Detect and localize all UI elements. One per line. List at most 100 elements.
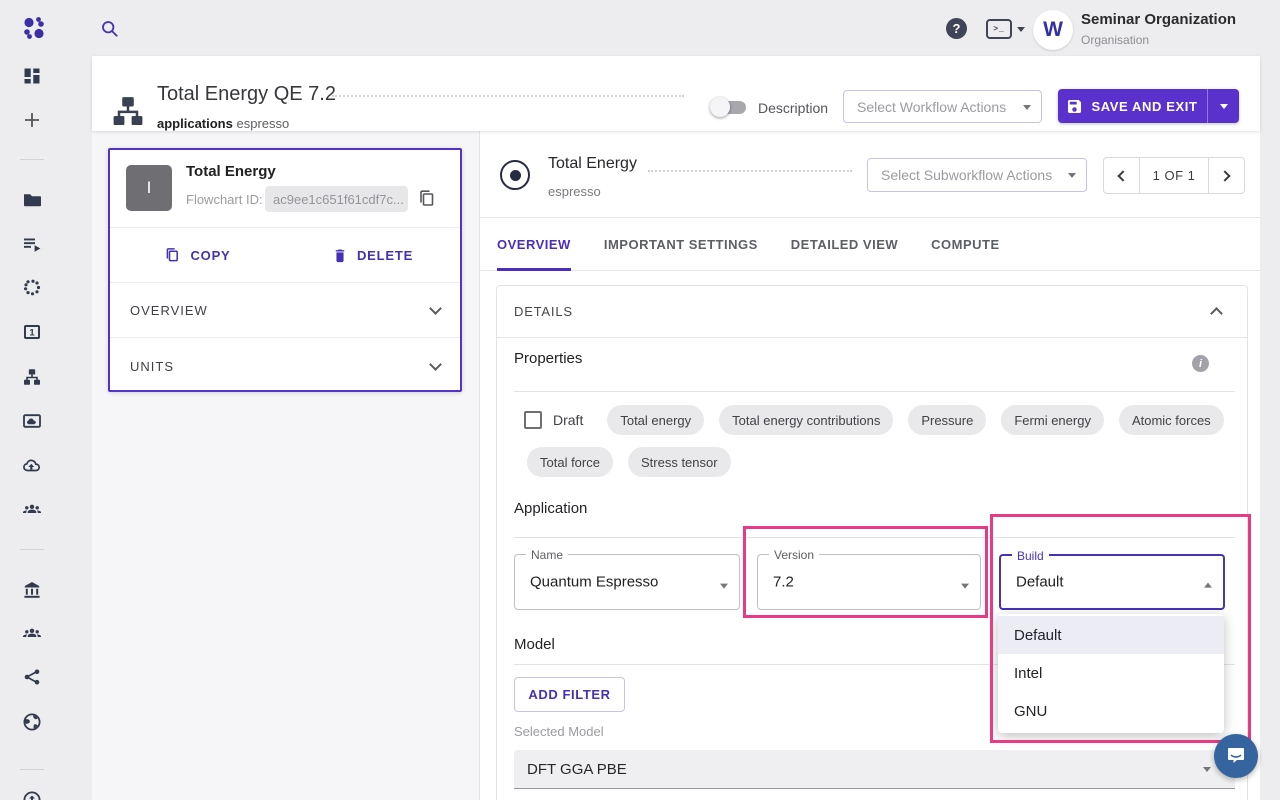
build-dropdown-menu: Default Intel GNU	[998, 614, 1224, 733]
dashboard-icon[interactable]	[22, 66, 42, 86]
tab-important-settings[interactable]: IMPORTANT SETTINGS	[604, 218, 758, 271]
subworkflow-actions-select[interactable]: Select Subworkflow Actions	[867, 158, 1087, 192]
property-chip[interactable]: Stress tensor	[628, 447, 731, 477]
chevron-left-icon	[1117, 170, 1128, 181]
chevron-down-icon	[1220, 104, 1228, 113]
property-chip[interactable]: Pressure	[908, 405, 986, 435]
share-icon[interactable]	[22, 667, 42, 687]
property-chip[interactable]: Total energy	[607, 405, 704, 435]
section-divider	[514, 537, 1235, 538]
draft-checkbox[interactable]	[524, 411, 542, 429]
users-icon[interactable]	[22, 623, 42, 643]
tab-detailed-view[interactable]: DETAILED VIEW	[791, 218, 898, 271]
accordion-units-label: UNITS	[130, 359, 174, 374]
chat-icon	[1225, 745, 1247, 767]
info-icon[interactable]: i	[1192, 355, 1209, 372]
team-icon[interactable]	[22, 499, 42, 519]
chat-launcher[interactable]	[1214, 734, 1258, 778]
jobs-list-icon[interactable]	[22, 234, 42, 254]
unit-title: Total Energy	[186, 163, 276, 180]
application-version-select[interactable]: Version 7.2	[757, 554, 981, 610]
properties-title: Properties	[514, 350, 582, 367]
brand-logo-icon[interactable]	[20, 14, 48, 42]
dotted-divider	[648, 170, 852, 172]
flowchart-icon	[110, 93, 146, 129]
dotted-divider	[332, 95, 684, 97]
tab-compute[interactable]: COMPUTE	[931, 218, 1000, 271]
workflow-header: Total Energy QE 7.2 applications espress…	[92, 56, 1260, 131]
folder-icon[interactable]	[22, 190, 42, 210]
property-chip[interactable]: Fermi energy	[1001, 405, 1104, 435]
workflow-actions-select[interactable]: Select Workflow Actions	[843, 90, 1042, 123]
copy-id-icon[interactable]	[417, 189, 437, 209]
console-menu-button[interactable]: >_	[986, 19, 1025, 39]
delete-button[interactable]: DELETE	[285, 228, 460, 282]
property-chip[interactable]: Atomic forces	[1119, 405, 1224, 435]
chevron-down-icon	[720, 584, 728, 593]
account-avatar[interactable]: W	[1033, 10, 1073, 50]
meta-app-label: applications	[157, 116, 233, 131]
search-icon[interactable]	[100, 19, 120, 39]
accordion-units[interactable]: UNITS	[110, 337, 460, 394]
save-and-exit-button[interactable]: SAVE AND EXIT	[1058, 89, 1208, 123]
partial-bottom-icon[interactable]	[22, 790, 42, 800]
application-build-select[interactable]: Build Default	[999, 554, 1225, 610]
property-chip[interactable]: Total energy contributions	[719, 405, 893, 435]
copy-button[interactable]: COPY	[110, 228, 285, 282]
bank-card-icon[interactable]: 1	[22, 322, 42, 342]
chevron-down-icon	[1203, 767, 1211, 776]
workflows-icon[interactable]	[22, 367, 42, 387]
flowchart-id-label: Flowchart ID:	[186, 192, 263, 207]
save-dropdown-button[interactable]	[1208, 89, 1239, 123]
build-option-gnu[interactable]: GNU	[998, 692, 1224, 730]
remote-desktop-icon[interactable]	[22, 411, 42, 431]
delete-label: DELETE	[357, 248, 413, 263]
org-type: Organisation	[1081, 33, 1149, 47]
details-header-label: DETAILS	[514, 304, 573, 319]
globe-icon[interactable]	[22, 712, 42, 732]
unit-avatar: I	[126, 165, 172, 211]
details-accordion-header[interactable]: DETAILS	[497, 286, 1247, 338]
selected-model-value: DFT GGA PBE	[527, 761, 627, 778]
help-icon[interactable]: ?	[946, 18, 967, 39]
materials-dots-icon[interactable]	[22, 278, 42, 298]
workflow-meta: applications espresso	[157, 116, 289, 131]
tab-overview[interactable]: OVERVIEW	[497, 218, 571, 271]
flowchart-sidebar: I Total Energy Flowchart ID: ac9ee1c651f…	[92, 131, 480, 800]
properties-chip-row-2: Total force Stress tensor	[527, 447, 746, 477]
institution-icon[interactable]	[22, 580, 42, 600]
unit-card[interactable]: I Total Energy Flowchart ID: ac9ee1c651f…	[108, 148, 462, 392]
svg-text:1: 1	[29, 328, 35, 339]
chevron-down-icon	[429, 358, 442, 371]
add-filter-label: ADD FILTER	[528, 687, 610, 702]
save-and-exit-split-button: SAVE AND EXIT	[1058, 89, 1239, 123]
org-name: Seminar Organization	[1081, 11, 1236, 28]
chevron-down-icon	[961, 584, 969, 593]
rail-divider	[20, 769, 44, 770]
subworkflow-pager: 1 OF 1	[1103, 157, 1245, 194]
subworkflow-tabs: OVERVIEW IMPORTANT SETTINGS DETAILED VIE…	[480, 218, 1260, 271]
flowchart-id-value[interactable]: ac9ee1c651f61cdf7c...	[265, 186, 408, 212]
property-chip[interactable]: Total force	[527, 447, 613, 477]
chevron-down-icon	[1023, 105, 1031, 114]
add-filter-button[interactable]: ADD FILTER	[514, 677, 625, 712]
top-bar: ? >_ W Seminar Organization Organisation	[0, 0, 1280, 56]
subworkflow-actions-label: Select Subworkflow Actions	[881, 167, 1052, 183]
cloud-upload-icon[interactable]	[22, 455, 42, 475]
description-toggle[interactable]	[710, 96, 748, 118]
application-name-select[interactable]: Name Quantum Espresso	[514, 554, 740, 610]
application-title: Application	[514, 500, 587, 517]
build-field-value: Default	[1016, 574, 1064, 591]
selected-model-select[interactable]: DFT GGA PBE	[514, 750, 1235, 789]
add-icon[interactable]	[22, 110, 42, 130]
build-option-default[interactable]: Default	[998, 616, 1224, 654]
pager-next-button[interactable]	[1208, 157, 1245, 194]
pager-prev-button[interactable]	[1103, 157, 1140, 194]
trash-icon	[332, 247, 348, 263]
build-option-intel[interactable]: Intel	[998, 654, 1224, 692]
draft-label: Draft	[553, 412, 583, 428]
accordion-overview[interactable]: OVERVIEW	[110, 282, 460, 337]
properties-chip-row-1: Draft Total energy Total energy contribu…	[524, 405, 1239, 435]
chevron-down-icon	[429, 302, 442, 315]
chevron-up-icon	[1210, 307, 1223, 320]
